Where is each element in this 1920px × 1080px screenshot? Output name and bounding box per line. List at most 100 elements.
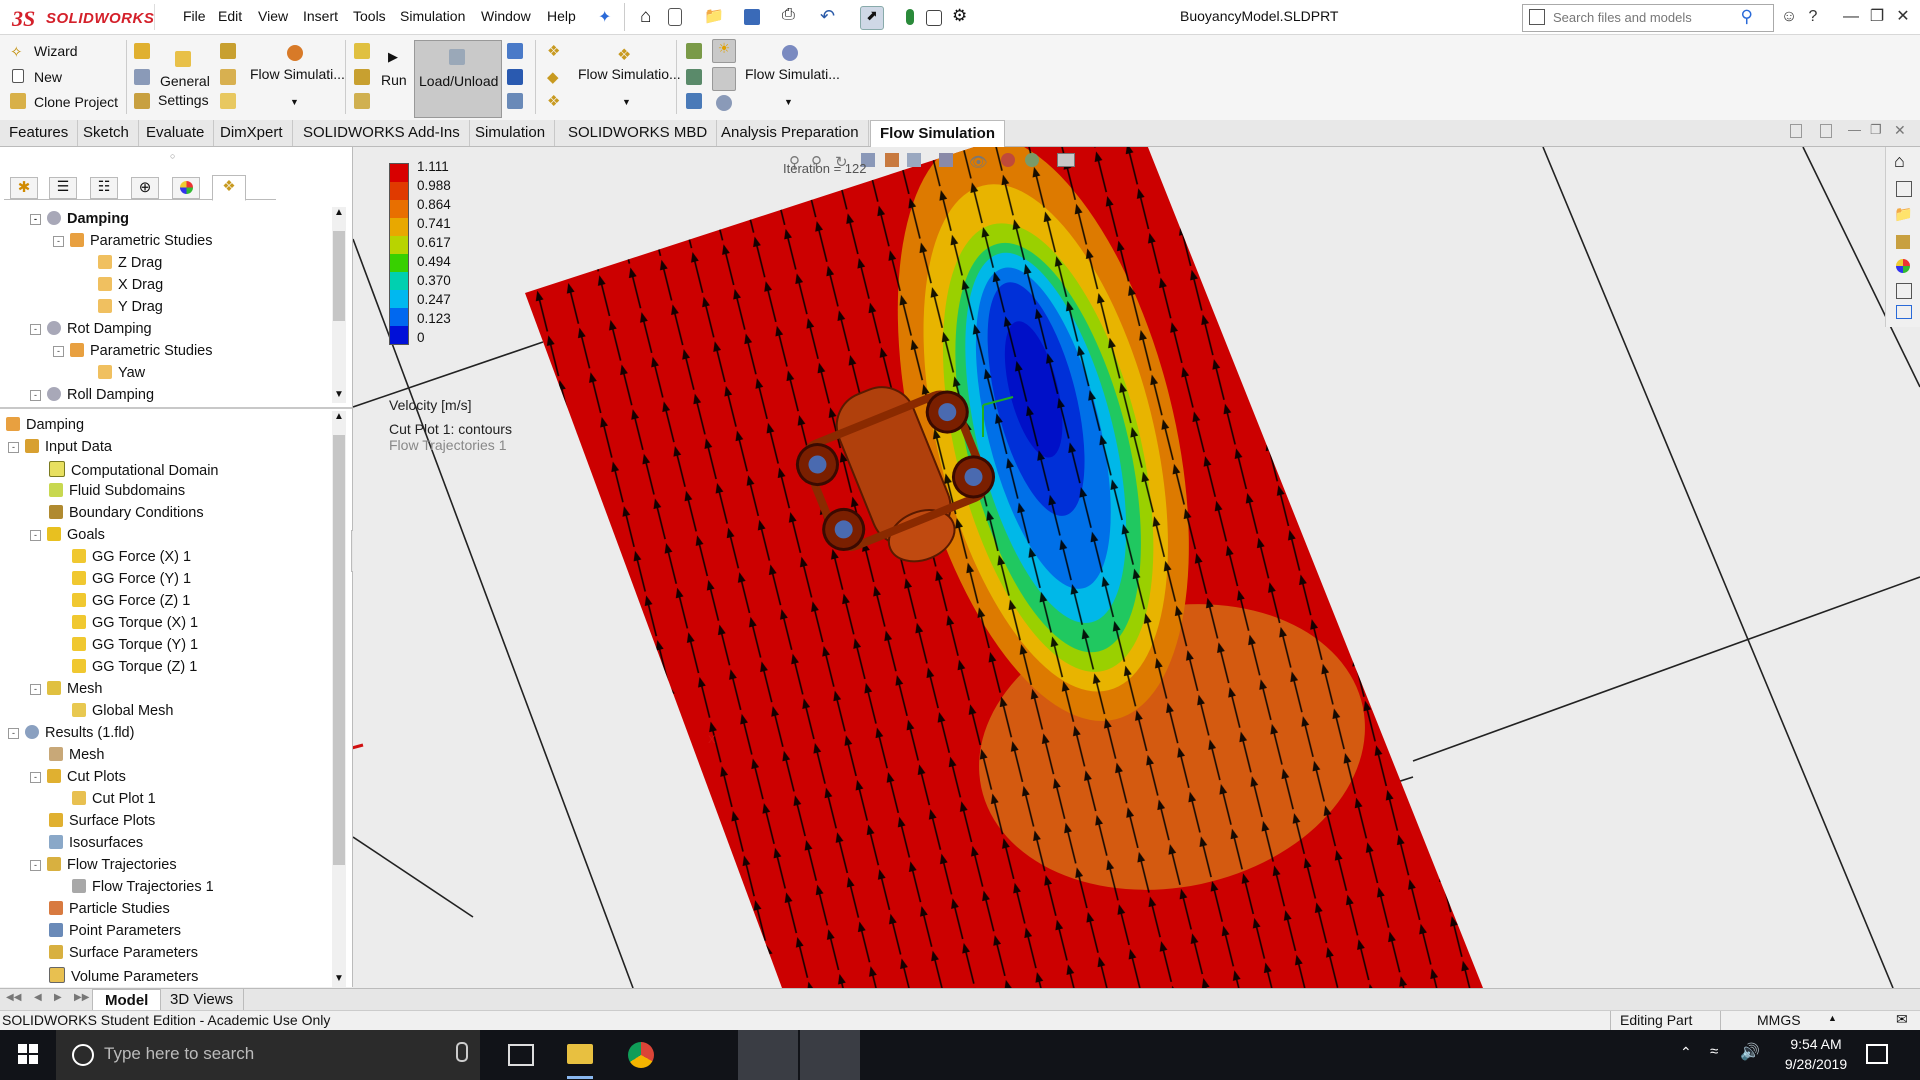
wifi-icon[interactable]: ≈ [1710, 1043, 1718, 1060]
open-folder-icon[interactable]: 📁 [704, 6, 726, 28]
tool-icon[interactable] [716, 95, 732, 111]
view-settings-icon[interactable] [1057, 153, 1075, 167]
clone-project-button[interactable]: Clone Project [34, 94, 118, 110]
scroll-thumb[interactable] [333, 435, 345, 865]
tool-icon[interactable] [220, 93, 236, 109]
print-icon[interactable]: ⎙ [782, 6, 804, 28]
tree-item-cut-plot-1[interactable]: Cut Plot 1 [72, 791, 156, 807]
tree-item-gg-force-x[interactable]: GG Force (X) 1 [72, 549, 191, 565]
flow-simulation-tab-icon[interactable]: ❖ [212, 175, 246, 201]
menu-window[interactable]: Window [481, 8, 531, 24]
tool-icon[interactable] [686, 69, 702, 85]
chrome-icon[interactable] [628, 1042, 654, 1068]
scroll-thumb[interactable] [333, 231, 345, 321]
display-style-icon[interactable] [939, 153, 953, 167]
chevron-down-icon[interactable]: ▼ [622, 97, 631, 107]
load-unload-button[interactable]: Load/Unload [414, 40, 502, 118]
taskbar-app-slot[interactable] [738, 1030, 798, 1080]
tree-item-flow-trajectories[interactable]: - Flow Trajectories [30, 857, 177, 873]
upper-tree-scrollbar[interactable]: ▲ ▼ [332, 207, 346, 403]
menu-simulation[interactable]: Simulation [400, 8, 465, 24]
menu-file[interactable]: File [183, 8, 206, 24]
user-icon[interactable]: ☺ [1776, 4, 1802, 30]
feature-manager-tab-icon[interactable]: ✱ [10, 177, 38, 199]
minimize-icon[interactable]: — [1848, 122, 1861, 137]
general-settings-label-1[interactable]: General [160, 73, 210, 89]
tab-scroll-first-icon[interactable]: ◀◀ [6, 992, 21, 1003]
menu-view[interactable]: View [258, 8, 288, 24]
action-center-icon[interactable] [1866, 1044, 1888, 1064]
tree-item-y-drag[interactable]: Y Drag [98, 299, 163, 315]
tree-item-surface-plots[interactable]: Surface Plots [49, 813, 155, 829]
file-properties-icon[interactable] [926, 10, 942, 26]
tree-item-surface-parameters[interactable]: Surface Parameters [49, 945, 198, 961]
tab-dimxpert[interactable]: DimXpert [211, 120, 293, 146]
tree-item-computational-domain[interactable]: Computational Domain [49, 461, 219, 479]
solidworks-resources-icon[interactable]: ⌂ [1894, 151, 1905, 172]
isosurface-icon[interactable]: ❖ [547, 92, 560, 110]
lightbulb-icon[interactable]: ☀ [712, 39, 736, 63]
task-pane-icon[interactable] [1790, 124, 1802, 138]
tab-solidworks-add-ins[interactable]: SOLIDWORKS Add-Ins [294, 120, 470, 146]
taskbar-search-input[interactable]: Type here to search [56, 1030, 480, 1080]
menu-insert[interactable]: Insert [303, 8, 338, 24]
solidworks-logo[interactable]: 3S SOLIDWORKS [6, 4, 155, 31]
wizard-button[interactable]: Wizard [34, 43, 78, 59]
chevron-up-icon[interactable]: ▲ [334, 411, 344, 422]
tree-item-gg-torque-z[interactable]: GG Torque (Z) 1 [72, 659, 197, 675]
general-settings-label-2[interactable]: Settings [158, 92, 209, 108]
restore-icon[interactable]: ❐ [1864, 4, 1890, 30]
microphone-icon[interactable] [456, 1042, 468, 1062]
tool-icon[interactable] [507, 69, 523, 85]
view-orientation-icon[interactable] [907, 153, 921, 167]
menu-tools[interactable]: Tools [353, 8, 386, 24]
chevron-down-icon[interactable]: ▼ [334, 389, 344, 400]
tab-scroll-last-icon[interactable]: ▶▶ [74, 992, 89, 1003]
configuration-manager-tab-icon[interactable]: ☷ [90, 177, 118, 199]
hide-show-items-icon[interactable]: 👁 [969, 153, 988, 171]
tab-solidworks-mbd[interactable]: SOLIDWORKS MBD [559, 120, 718, 146]
clock-date[interactable]: 9/28/2019 [1776, 1056, 1856, 1072]
cut-plot-icon[interactable]: ❖ [547, 42, 560, 60]
unit-system[interactable]: MMGS [1757, 1012, 1801, 1028]
search-icon[interactable]: ⚲ [1741, 7, 1753, 27]
tool-icon[interactable] [220, 69, 236, 85]
property-manager-tab-icon[interactable]: ☰ [49, 177, 77, 199]
tree-splitter[interactable] [0, 407, 352, 409]
display-manager-tab-icon[interactable] [172, 177, 200, 199]
velocity-legend[interactable]: 1.111 0.988 0.864 0.741 0.617 0.494 0.37… [389, 159, 539, 413]
graphics-viewport[interactable]: X Y Z ⚲ ⚲ ↻ 👁 Iteration = 122 1.111 0.9 [353, 147, 1920, 988]
tool-icon[interactable] [507, 93, 523, 109]
tree-item-mesh-input[interactable]: - Mesh [30, 681, 102, 697]
flow-simulation-dropdown-2[interactable]: Flow Simulatio... [578, 66, 681, 82]
tree-item-roll-damping[interactable]: - Roll Damping [30, 387, 154, 403]
tree-item-x-drag[interactable]: X Drag [98, 277, 163, 293]
tool-icon[interactable] [354, 43, 370, 59]
forum-icon[interactable] [1896, 305, 1912, 319]
tab-3d-views[interactable]: 3D Views [160, 989, 245, 1011]
tree-item-results[interactable]: - Results (1.fld) [8, 725, 134, 741]
dynamic-annotation-icon[interactable] [885, 153, 899, 167]
task-view-icon[interactable] [508, 1044, 534, 1066]
tree-item-goals[interactable]: - Goals [30, 527, 105, 543]
new-button[interactable]: New [34, 69, 62, 85]
chevron-up-icon[interactable]: ▲ [1828, 1013, 1837, 1023]
tab-flow-simulation[interactable]: Flow Simulation [870, 120, 1005, 147]
tree-item-z-drag[interactable]: Z Drag [98, 255, 162, 271]
restore-icon[interactable]: ❐ [1870, 122, 1882, 138]
tree-item-rot-damping[interactable]: - Rot Damping [30, 321, 152, 337]
file-explorer-icon[interactable] [567, 1044, 593, 1064]
tab-evaluate[interactable]: Evaluate [137, 120, 215, 146]
clock-time[interactable]: 9:54 AM [1776, 1036, 1856, 1052]
tab-scroll-prev-icon[interactable]: ◀ [34, 992, 42, 1003]
splitter-handle[interactable]: ○ [170, 151, 175, 161]
tool-icon[interactable] [134, 43, 150, 59]
chevron-down-icon[interactable]: ▼ [290, 97, 299, 107]
tree-item-global-mesh[interactable]: Global Mesh [72, 703, 173, 719]
tool-icon[interactable] [686, 43, 702, 59]
lower-tree-scrollbar[interactable]: ▲ ▼ [332, 411, 346, 987]
tree-item-fluid-subdomains[interactable]: Fluid Subdomains [49, 483, 185, 499]
windows-start-icon[interactable] [18, 1044, 38, 1064]
minimize-icon[interactable]: — [1838, 4, 1864, 30]
tree-item-isosurfaces[interactable]: Isosurfaces [49, 835, 143, 851]
